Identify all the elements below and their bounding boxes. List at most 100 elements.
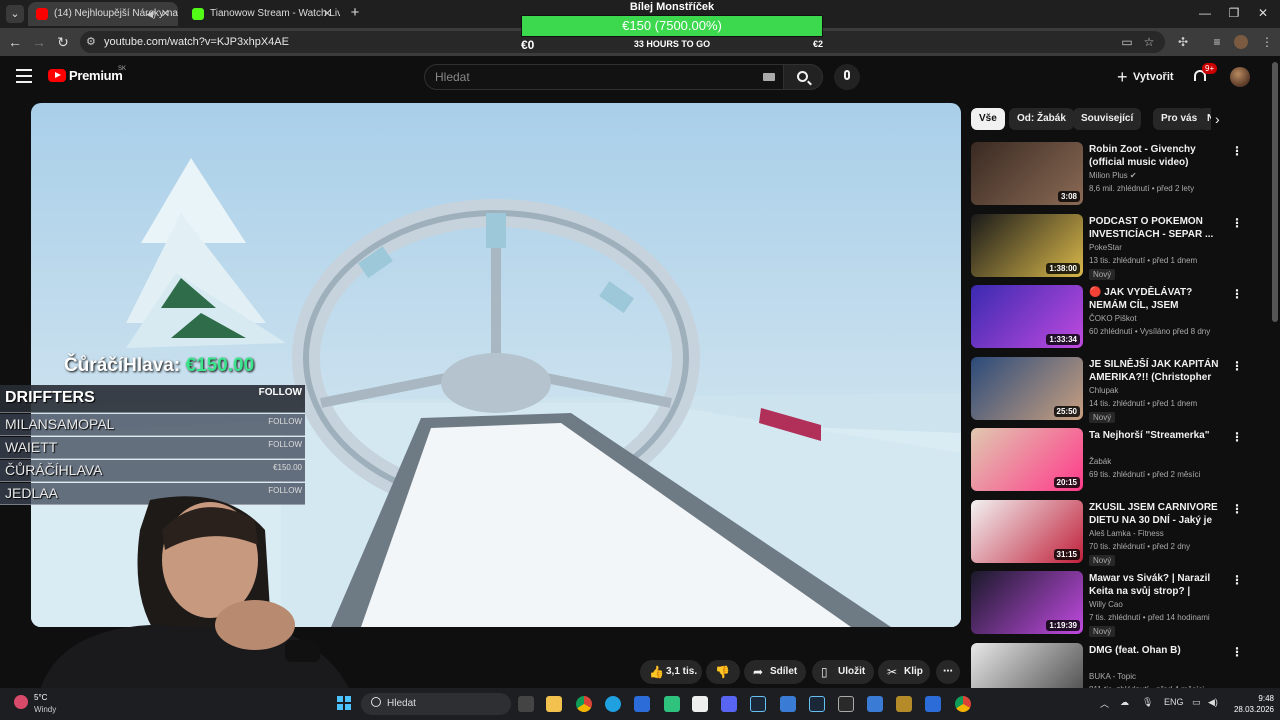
new-tab-button[interactable]: + [346,4,364,22]
more-options-icon[interactable]: ⋮ [1231,573,1243,587]
recommended-video[interactable]: 1:38:00 PODCAST O POKEMON INVESTICÍACH - … [971,213,1251,280]
recommended-video[interactable]: 3:29DMG (feat. Ohan B)BUKA - Topic811 ti… [971,642,1251,689]
app-icon[interactable] [780,696,796,712]
chip-from-channel[interactable]: Od: Žabák [1009,108,1074,130]
notifications-button[interactable]: 9+ [1192,63,1218,84]
youtube-logo-icon[interactable] [48,69,66,82]
video-title[interactable]: PODCAST O POKEMON INVESTICÍACH - SEPAR .… [1089,215,1223,241]
more-options-icon[interactable]: ⋮ [1231,216,1243,230]
chevron-right-icon[interactable]: › [1215,111,1220,127]
tab-youtube[interactable]: (14) Nejhloupější Nároky na ... ◀) ✕ [28,2,178,26]
windows-start-icon[interactable] [337,696,351,710]
steam-icon[interactable] [750,696,766,712]
steam-icon[interactable] [809,696,825,712]
channel-name[interactable]: ČOKO Piškot [1089,314,1137,323]
save-button[interactable]: ▯ Uložit [812,660,874,684]
video-title[interactable]: Ta Nejhorší "Streamerka" [1089,429,1223,442]
more-options-icon[interactable]: ⋮ [1231,645,1243,659]
more-options-icon[interactable]: ⋮ [1231,144,1243,158]
profile-avatar[interactable] [1234,35,1248,49]
video-title[interactable]: DMG (feat. Ohan B) [1089,644,1223,657]
discord-icon[interactable] [721,696,737,712]
keyboard-icon[interactable] [763,73,775,81]
close-icon[interactable]: ✕ [323,2,332,26]
chip-for-you[interactable]: Pro vás [1153,108,1206,130]
reload-icon[interactable]: ↻ [54,33,72,51]
network-icon[interactable]: ☁ [1120,697,1129,708]
bookmark-star-icon[interactable]: ☆ [1140,33,1158,51]
task-view-icon[interactable] [518,696,534,712]
window-close-button[interactable]: ✕ [1250,4,1276,22]
account-avatar[interactable] [1230,67,1250,87]
search-input[interactable] [435,65,755,89]
channel-name[interactable]: Chlupak [1089,386,1118,395]
create-button[interactable]: + Vytvořit [1113,66,1174,88]
recommended-video[interactable]: 1:33:34 🔴 JAK VYDĚLÁVAT? NEMÁM CÍL, JSEM … [971,285,1251,351]
more-options-icon[interactable]: ⋮ [1231,287,1243,301]
app-icon[interactable] [867,696,883,712]
site-info-icon[interactable]: ⚙ [86,35,96,48]
more-options-icon[interactable]: ⋮ [1231,359,1243,373]
chrome-icon[interactable] [576,696,592,712]
video-thumbnail[interactable]: 31:15 [971,499,1083,563]
video-thumbnail[interactable]: 3:08 [971,142,1083,205]
volume-icon[interactable]: ◀) [1208,697,1218,708]
search-button[interactable] [783,64,823,90]
more-options-icon[interactable]: ⋮ [1231,430,1243,444]
video-title[interactable]: 🔴 JAK VYDĚLÁVAT? NEMÁM CÍL, JSEM ZTRACEN… [1089,286,1223,312]
tab-kick[interactable]: Tianowow Stream - Watch Live ... ✕ [184,2,340,26]
chip-all[interactable]: Vše [971,108,1005,130]
store-icon[interactable] [634,696,650,712]
cast-icon[interactable]: ▭ [1118,33,1136,51]
speaker-icon[interactable]: ◀) [146,2,156,26]
more-actions-button[interactable]: ⋯ [936,660,960,684]
maximize-button[interactable]: ❐ [1221,4,1247,22]
recommended-video[interactable]: 20:15 Ta Nejhorší "Streamerka" Žabák 69 tis… [971,428,1251,494]
browser-menu-icon[interactable]: ⋮ [1258,33,1276,51]
video-thumbnail[interactable]: 1:19:39 [971,571,1083,634]
mic-icon[interactable]: 🎙 [1142,697,1153,708]
video-title[interactable]: ZKUSIL JSEM CARNIVORE DIETU NA 30 DNÍ - … [1089,501,1223,527]
channel-name[interactable]: PokeStar [1089,243,1122,252]
recommended-video[interactable]: 1:19:39 Mawar vs Sivák? | Narazil Keita n… [971,571,1251,637]
page-scrollbar[interactable] [1272,62,1278,322]
video-thumbnail[interactable]: 3:29 [971,642,1083,689]
video-thumbnail[interactable]: 1:38:00 [971,213,1083,277]
close-icon[interactable]: ✕ [161,2,170,26]
channel-name[interactable]: Žabák [1089,457,1111,466]
share-button[interactable]: ➦ Sdílet [744,660,806,684]
back-icon[interactable]: ← [6,33,24,51]
youtube-brand[interactable]: Premium [69,68,123,83]
channel-name[interactable]: Milion Plus ✔ [1089,171,1137,180]
display-icon[interactable]: ▭ [1192,697,1201,708]
channel-name[interactable]: Aleš Lamka - Fitness [1089,529,1164,538]
forward-icon[interactable]: → [30,33,48,51]
tab-list-button[interactable]: ⌄ [6,5,24,23]
weather-icon[interactable] [14,695,28,709]
app-icon[interactable] [664,696,680,712]
voice-search-button[interactable] [834,64,860,90]
recommended-video[interactable]: 25:50 JE SILNĚJŠÍ JAK KAPITÁN AMERIKA?!! … [971,356,1251,423]
dislike-button[interactable]: 👎 [706,660,740,684]
video-thumbnail[interactable]: 1:33:34 [971,285,1083,348]
app-icon[interactable] [925,696,941,712]
channel-name[interactable]: BUKA - Topic [1089,672,1136,681]
extensions-icon[interactable]: ✣ [1174,33,1192,51]
taskbar-search[interactable]: Hledat [361,693,511,715]
clip-button[interactable]: ✂ Klip [878,660,930,684]
minimize-button[interactable]: — [1192,4,1218,22]
video-title[interactable]: Robin Zoot - Givenchy (official music vi… [1089,143,1223,169]
video-thumbnail[interactable]: 25:50 [971,356,1083,420]
channel-name[interactable]: Willy Cao [1089,600,1123,609]
video-title[interactable]: Mawar vs Sivák? | Narazil Keita na svůj … [1089,572,1223,598]
recommended-video[interactable]: 31:15 ZKUSIL JSEM CARNIVORE DIETU NA 30 D… [971,499,1251,566]
edge-icon[interactable] [605,696,621,712]
clock[interactable]: 9:48 28.03.2026 [1228,693,1274,715]
tray-chevron-icon[interactable]: ︿ [1100,697,1109,710]
app-icon[interactable] [838,696,854,712]
chip-related[interactable]: Související [1073,108,1142,130]
more-options-icon[interactable]: ⋮ [1231,502,1243,516]
chrome-icon[interactable] [955,696,971,712]
chip-more[interactable]: N [1199,108,1211,130]
wow-icon[interactable] [896,696,912,712]
